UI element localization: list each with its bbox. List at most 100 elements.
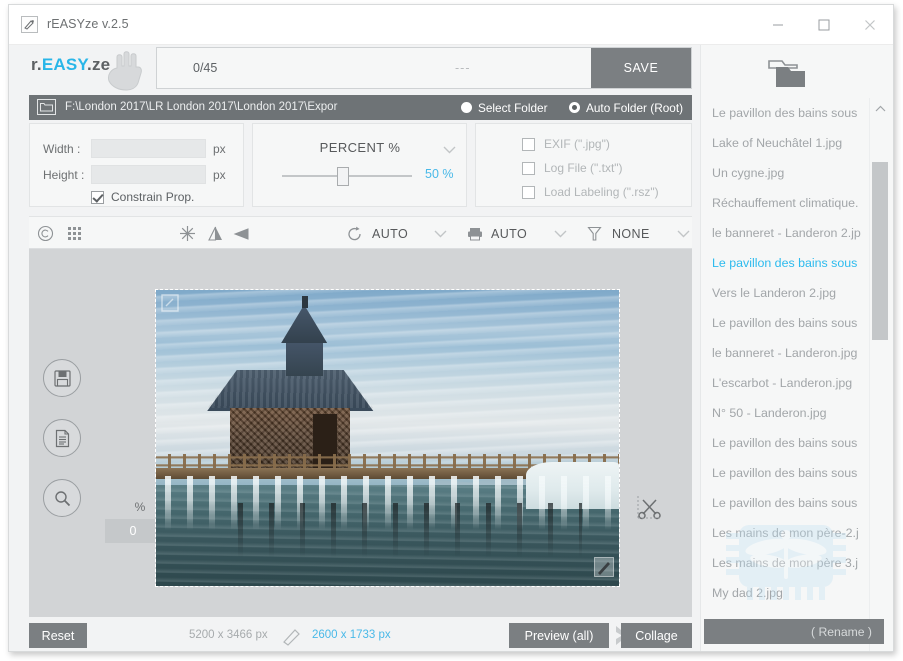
image-canvas[interactable]: % 0 0 0 0 % (29, 249, 692, 617)
radio-select-folder[interactable]: Select Folder (461, 99, 548, 116)
file-list[interactable]: Le pavillon des bains sous Lake of Neuchâ… (701, 98, 869, 611)
list-item[interactable]: Le pavillon des bains sous (701, 98, 869, 128)
height-row: Height : px (43, 165, 226, 184)
radio-select-folder-label: Select Folder (478, 100, 548, 115)
logo-prefix: r. (31, 55, 42, 74)
window-title: rEASYze v.2.5 (47, 17, 129, 31)
save-button[interactable]: SAVE (591, 48, 691, 88)
app-logo: r.EASY.ze (31, 55, 110, 75)
width-row: Width : px (43, 139, 226, 158)
maximize-button[interactable] (801, 5, 847, 44)
print-chevron-down-icon[interactable] (554, 217, 567, 250)
option-exif[interactable]: EXIF (".jpg") (522, 137, 610, 151)
crop-handle-top-left[interactable] (161, 294, 179, 317)
list-item[interactable]: Le pavillon des bains sous (701, 428, 869, 458)
constrain-label: Constrain Prop. (111, 190, 195, 204)
list-item[interactable]: Réchauffement climatique. (701, 188, 869, 218)
print-mode-value[interactable]: AUTO (491, 217, 527, 250)
crop-selection[interactable] (155, 289, 620, 587)
width-input[interactable] (91, 139, 206, 158)
folder-icon[interactable] (759, 51, 815, 97)
log-file-checkbox (522, 161, 535, 175)
height-label: Height : (43, 167, 85, 182)
list-item[interactable]: Un cygne.jpg (701, 158, 869, 188)
log-file-label: Log File (".txt") (544, 161, 623, 175)
list-item[interactable]: N° 50 - Landeron.jpg (701, 398, 869, 428)
percent-slider-thumb[interactable] (337, 167, 349, 186)
sharpen-icon[interactable] (179, 217, 196, 250)
pencil-icon (281, 626, 303, 651)
flip-horizontal-icon[interactable] (207, 217, 224, 250)
save-disk-icon[interactable] (43, 359, 81, 397)
bottom-bar: Reset 5200 x 3466 px 2600 x 1733 px Prev… (29, 617, 692, 651)
collage-button[interactable]: Collage (621, 623, 692, 648)
width-unit: px (213, 141, 226, 156)
target-dimensions: 2600 x 1733 px (312, 629, 391, 641)
scrollbar-thumb[interactable] (872, 162, 888, 340)
folder-path: F:\London 2017\LR London 2017\London 201… (65, 101, 338, 113)
percent-value: 50 % (425, 167, 454, 181)
rename-button[interactable]: ( Rename ) (704, 619, 884, 644)
funnel-icon[interactable] (587, 217, 602, 250)
radio-select-folder-dot (461, 102, 472, 113)
resize-mode-select[interactable]: PERCENT % (275, 134, 445, 160)
folder-browse-icon[interactable] (37, 99, 56, 115)
list-item[interactable]: Le pavillon des bains sous (701, 458, 869, 488)
photo-pavilion-turret (285, 340, 323, 376)
constrain-checkbox-box (91, 190, 104, 204)
photo-image (156, 290, 619, 586)
options-panel: EXIF (".jpg") Log File (".txt") Load Lab… (475, 123, 692, 207)
close-button[interactable] (847, 5, 893, 44)
list-item[interactable]: Le pavillon des bains sous (701, 488, 869, 518)
radio-auto-folder-label: Auto Folder (Root) (586, 100, 684, 115)
radio-auto-folder[interactable]: Auto Folder (Root) (569, 99, 683, 116)
document-icon[interactable] (43, 419, 81, 457)
file-list-panel: Le pavillon des bains sous Lake of Neuchâ… (700, 45, 893, 651)
rotate-mode-label: AUTO (372, 226, 409, 241)
crop-handle-bottom-right[interactable] (594, 557, 614, 582)
rotate-chevron-down-icon[interactable] (434, 217, 447, 250)
list-item[interactable]: My dad 2.jpg (701, 578, 869, 608)
list-item[interactable]: Le pavillon des bains sous (701, 248, 869, 278)
flip-vertical-icon[interactable] (233, 217, 250, 250)
rotate-icon[interactable] (347, 217, 363, 250)
minimize-button[interactable] (755, 5, 801, 44)
app-icon (21, 16, 38, 33)
list-item[interactable]: L'escarbot - Landeron.jpg (701, 368, 869, 398)
list-item[interactable]: Lake of Neuchâtel 1.jpg (701, 128, 869, 158)
magnifier-icon[interactable] (43, 479, 81, 517)
exif-label: EXIF (".jpg") (544, 137, 610, 151)
crop-left-input[interactable]: 0 (105, 519, 161, 543)
list-item[interactable]: Les mains de mon père 3.j (701, 548, 869, 578)
file-list-scrollbar[interactable] (869, 98, 890, 651)
constrain-proportions-checkbox[interactable]: Constrain Prop. (91, 190, 194, 204)
reset-button[interactable]: Reset (29, 623, 87, 648)
title-bar: rEASYze v.2.5 (9, 5, 893, 45)
option-load-labeling[interactable]: Load Labeling (".rsz") (522, 185, 659, 199)
list-item[interactable]: le banneret - Landeron 2.jp (701, 218, 869, 248)
photo-pavilion-finial (302, 295, 309, 308)
preview-all-button[interactable]: Preview (all) (509, 623, 609, 648)
percent-panel: PERCENT % 50 % (252, 123, 467, 207)
width-label: Width : (43, 141, 81, 156)
list-item[interactable]: Les mains de mon père-2.j (701, 518, 869, 548)
filter-chevron-down-icon[interactable] (677, 217, 690, 250)
filter-mode-value[interactable]: NONE (612, 217, 650, 250)
chevron-down-icon[interactable] (870, 644, 890, 651)
chevron-down-icon[interactable] (443, 141, 456, 159)
filter-mode-label: NONE (612, 226, 650, 241)
photo-pilings (211, 503, 582, 563)
list-item[interactable]: Le pavillon des bains sous (701, 308, 869, 338)
list-item[interactable]: Vers le Landeron 2.jpg (701, 278, 869, 308)
printer-icon[interactable] (467, 217, 483, 250)
editing-toolbar: AUTO AUTO NONE (29, 216, 692, 249)
copyright-icon[interactable] (37, 217, 54, 250)
height-input[interactable] (91, 165, 206, 184)
canvas-side-tools (43, 359, 81, 517)
rotate-mode-value[interactable]: AUTO (372, 217, 408, 250)
chevron-up-icon[interactable] (870, 98, 890, 118)
option-log-file[interactable]: Log File (".txt") (522, 161, 623, 175)
grid-icon[interactable] (67, 217, 82, 250)
list-item[interactable]: le banneret - Landeron.jpg (701, 338, 869, 368)
scissors-icon[interactable] (637, 495, 663, 526)
